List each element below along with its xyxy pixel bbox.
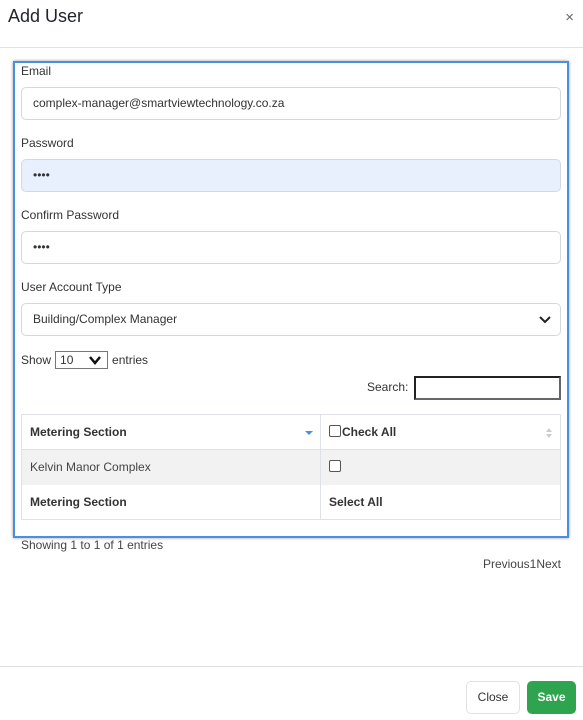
- password-label: Password: [21, 136, 74, 150]
- account-type-value: Building/Complex Manager: [33, 312, 178, 326]
- confirm-password-label: Confirm Password: [21, 208, 120, 222]
- footer-select-all: Select All: [320, 484, 561, 520]
- page-length-control: Show 10 entries: [21, 351, 148, 369]
- account-type-label: User Account Type: [21, 280, 122, 294]
- pagination: Previous1Next: [483, 557, 561, 571]
- close-button[interactable]: Close: [466, 681, 520, 714]
- metering-section-cell: Kelvin Manor Complex: [21, 449, 321, 485]
- column-header-metering-section[interactable]: Metering Section: [21, 414, 321, 450]
- email-field[interactable]: complex-manager@smartviewtechnology.co.z…: [21, 87, 561, 120]
- show-label: Show: [21, 353, 52, 367]
- check-all-checkbox[interactable]: [329, 425, 341, 437]
- save-button[interactable]: Save: [527, 681, 576, 714]
- page-length-value: 10: [60, 353, 74, 367]
- sort-desc-icon: [305, 431, 313, 435]
- column-header-check-all[interactable]: Check All: [320, 414, 561, 450]
- modal-header: Add User ×: [0, 0, 583, 48]
- table-row: Kelvin Manor Complex: [21, 449, 561, 485]
- chevron-down-icon: [89, 356, 101, 365]
- modal-title: Add User: [8, 6, 84, 26]
- search-input[interactable]: [414, 376, 561, 400]
- row-checkbox[interactable]: [329, 460, 341, 473]
- sort-icon: [546, 428, 552, 438]
- row-select-cell: [320, 449, 561, 485]
- password-field[interactable]: ••••: [21, 159, 561, 192]
- chevron-down-icon: [539, 316, 551, 324]
- close-icon[interactable]: ×: [565, 10, 574, 25]
- table-info: Showing 1 to 1 of 1 entries: [21, 538, 164, 552]
- entries-label: entries: [112, 353, 149, 367]
- page-length-select[interactable]: 10: [55, 351, 109, 369]
- previous-page-button[interactable]: Previous: [483, 557, 530, 571]
- footer-metering-section: Metering Section: [21, 484, 321, 520]
- email-label: Email: [21, 64, 52, 78]
- search-label: Search:: [367, 380, 409, 394]
- metering-table: Metering Section Check All Kelvin Manor …: [21, 414, 561, 520]
- confirm-password-field[interactable]: ••••: [21, 231, 561, 264]
- next-page-button[interactable]: Next: [536, 557, 561, 571]
- account-type-select[interactable]: Building/Complex Manager: [21, 303, 561, 336]
